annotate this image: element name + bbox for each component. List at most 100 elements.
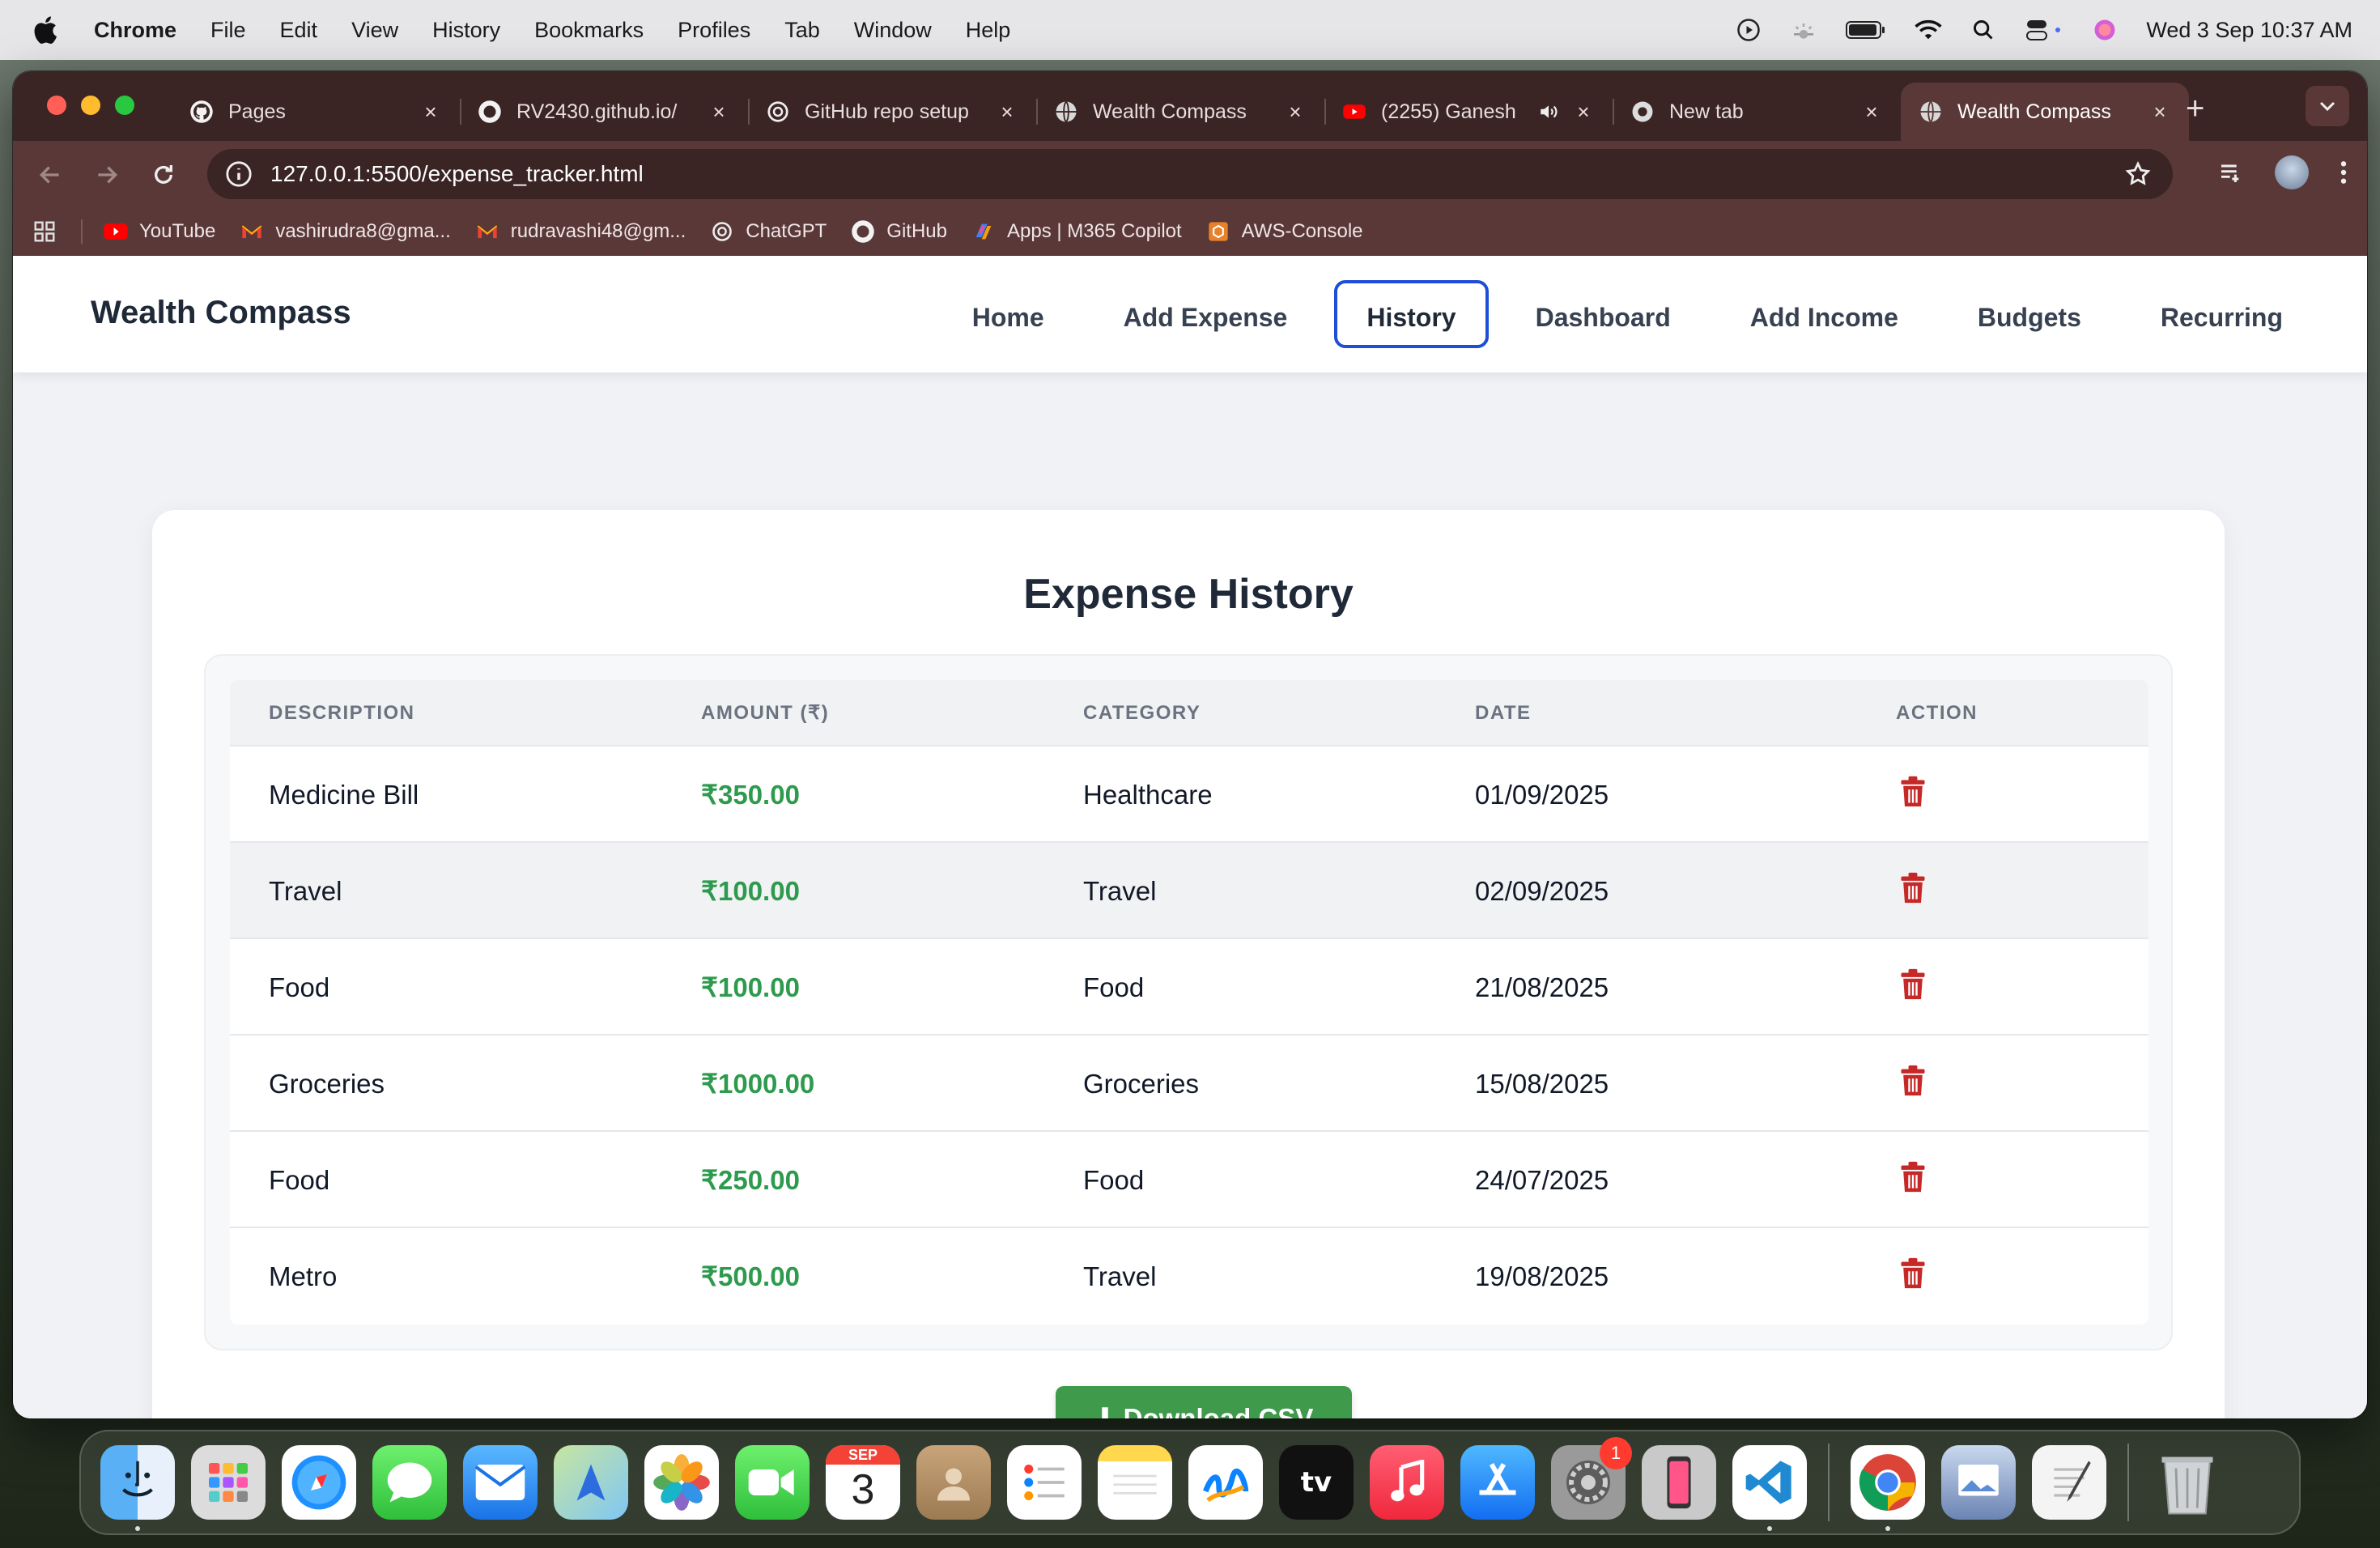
vscode-icon[interactable] (1732, 1445, 1807, 1531)
download-csv-label: Download CSV (1123, 1403, 1314, 1418)
siri-icon[interactable] (2091, 16, 2119, 44)
browser-tab-wealth-compass[interactable]: Wealth Compass × (1036, 83, 1324, 141)
cell-date: 21/08/2025 (1475, 972, 1609, 1002)
apple-tv-icon[interactable]: tv (1279, 1445, 1354, 1520)
bookmark-gmail-1[interactable]: vashirudra8@gma... (240, 219, 451, 244)
bookmark-m365-copilot[interactable]: Apps | M365 Copilot (971, 219, 1182, 244)
close-tab-icon[interactable]: × (2148, 100, 2171, 123)
calendar-month: SEP (826, 1445, 900, 1465)
close-tab-icon[interactable]: × (1572, 100, 1595, 123)
browser-tab-github-repo-setup[interactable]: GitHub repo setup × (748, 83, 1036, 141)
menu-edit[interactable]: Edit (280, 18, 318, 43)
menu-history[interactable]: History (432, 18, 500, 43)
close-tab-icon[interactable]: × (1284, 100, 1307, 123)
launchpad-icon[interactable] (191, 1445, 266, 1520)
download-csv-button[interactable]: Download CSV (1056, 1386, 1352, 1418)
close-tab-icon[interactable]: × (1860, 100, 1883, 123)
nav-history[interactable]: History (1334, 280, 1489, 348)
apple-logo-icon[interactable] (31, 14, 63, 46)
finder-icon[interactable] (100, 1445, 175, 1531)
photos-icon[interactable] (644, 1445, 719, 1520)
close-tab-icon[interactable]: × (419, 100, 442, 123)
menu-tab[interactable]: Tab (784, 18, 820, 43)
safari-icon[interactable] (282, 1445, 356, 1520)
nav-add-expense[interactable]: Add Expense (1091, 280, 1320, 348)
wifi-icon[interactable] (1915, 16, 1942, 44)
site-info-icon[interactable] (225, 160, 253, 188)
minimize-window-button[interactable] (81, 96, 100, 115)
github-icon (189, 100, 214, 124)
tab-label: Pages (228, 100, 286, 123)
calendar-icon[interactable]: SEP 3 (826, 1445, 900, 1520)
address-bar[interactable]: 127.0.0.1:5500/expense_tracker.html (207, 149, 2173, 199)
zoom-window-button[interactable] (115, 96, 134, 115)
trash-icon[interactable] (2150, 1445, 2225, 1520)
apps-grid-icon[interactable] (32, 219, 57, 244)
browser-tab-pages[interactable]: Pages × (172, 83, 460, 141)
nav-home[interactable]: Home (940, 280, 1077, 348)
browser-tab-rv2430[interactable]: RV2430.github.io/ × (460, 83, 748, 141)
profile-avatar[interactable] (2275, 155, 2309, 189)
site-brand[interactable]: Wealth Compass (91, 295, 351, 331)
iphone-mirroring-icon[interactable] (1642, 1445, 1716, 1520)
delete-trash-icon[interactable] (1898, 968, 1928, 1001)
forward-button[interactable] (91, 159, 123, 191)
url-text[interactable]: 127.0.0.1:5500/expense_tracker.html (270, 161, 644, 187)
chrome-icon[interactable] (1851, 1445, 1925, 1531)
browser-tab-youtube[interactable]: (2255) Ganesh × (1324, 83, 1613, 141)
battery-icon[interactable] (1845, 16, 1887, 44)
freeform-icon[interactable] (1188, 1445, 1263, 1520)
app-store-icon[interactable] (1460, 1445, 1535, 1520)
more-menu-icon[interactable] (2340, 159, 2348, 185)
nav-add-income[interactable]: Add Income (1718, 280, 1931, 348)
bookmark-youtube[interactable]: YouTube (104, 219, 215, 244)
delete-trash-icon[interactable] (1898, 1065, 1928, 1097)
bookmark-gmail-2[interactable]: rudravashi48@gm... (475, 219, 686, 244)
tab-search-button[interactable] (2306, 86, 2349, 126)
music-icon[interactable] (1370, 1445, 1444, 1520)
delete-trash-icon[interactable] (1898, 776, 1928, 808)
new-tab-button[interactable]: + (2186, 92, 2204, 125)
browser-tab-wealth-compass-active[interactable]: Wealth Compass × (1901, 83, 2189, 141)
preview-icon[interactable] (1941, 1445, 2016, 1520)
delete-trash-icon[interactable] (1898, 1257, 1928, 1290)
browser-tab-new-tab[interactable]: New tab × (1613, 83, 1901, 141)
menu-file[interactable]: File (210, 18, 246, 43)
control-center-icon[interactable] (2025, 16, 2063, 44)
mail-icon[interactable] (463, 1445, 538, 1520)
reload-button[interactable] (147, 159, 180, 191)
speaker-icon[interactable] (1536, 100, 1561, 124)
maps-icon[interactable] (554, 1445, 628, 1520)
bookmark-star-icon[interactable] (2124, 160, 2152, 188)
menu-profiles[interactable]: Profiles (678, 18, 750, 43)
reading-list-icon[interactable] (2218, 159, 2244, 185)
menu-window[interactable]: Window (854, 18, 932, 43)
menu-app-name[interactable]: Chrome (94, 18, 176, 43)
close-tab-icon[interactable]: × (708, 100, 730, 123)
screen-record-icon[interactable] (1735, 16, 1762, 44)
nav-recurring[interactable]: Recurring (2128, 280, 2315, 348)
notes-icon[interactable] (1098, 1445, 1172, 1520)
menu-clock[interactable]: Wed 3 Sep 10:37 AM (2146, 18, 2352, 43)
bookmark-aws-console[interactable]: AWS-Console (1206, 219, 1363, 244)
delete-trash-icon[interactable] (1898, 1161, 1928, 1193)
bookmark-github[interactable]: GitHub (851, 219, 947, 244)
textedit-icon[interactable] (2032, 1445, 2106, 1520)
menu-help[interactable]: Help (966, 18, 1011, 43)
contacts-icon[interactable] (916, 1445, 991, 1520)
close-tab-icon[interactable]: × (996, 100, 1018, 123)
reminders-icon[interactable] (1007, 1445, 1082, 1520)
spotlight-search-icon[interactable] (1970, 16, 1997, 44)
nav-budgets[interactable]: Budgets (1945, 280, 2114, 348)
nav-dashboard[interactable]: Dashboard (1503, 280, 1703, 348)
menu-bookmarks[interactable]: Bookmarks (534, 18, 644, 43)
delete-trash-icon[interactable] (1898, 872, 1928, 904)
system-settings-icon[interactable]: 1 (1551, 1437, 1632, 1520)
messages-icon[interactable] (372, 1445, 447, 1520)
menu-view[interactable]: View (351, 18, 398, 43)
bookmark-chatgpt[interactable]: ChatGPT (710, 219, 827, 244)
brightness-icon[interactable] (1790, 16, 1817, 44)
facetime-icon[interactable] (735, 1445, 810, 1520)
back-button[interactable] (34, 159, 66, 191)
close-window-button[interactable] (47, 96, 66, 115)
